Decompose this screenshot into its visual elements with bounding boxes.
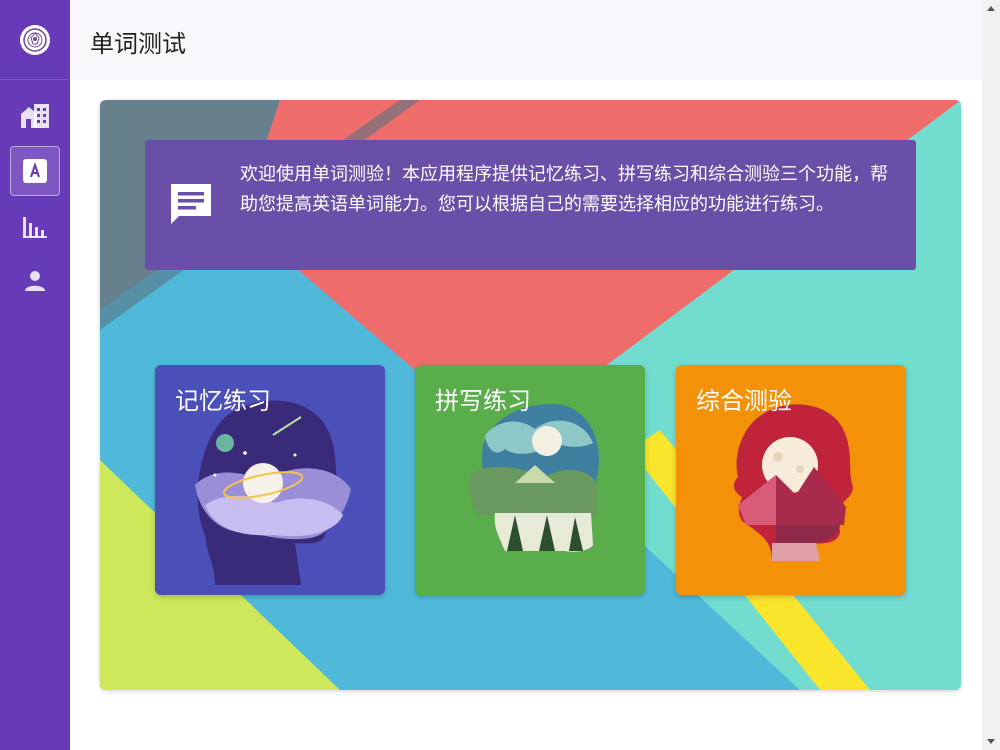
sidebar-item-word-test[interactable] xyxy=(10,146,60,196)
memory-practice-tile[interactable]: 记忆练习 xyxy=(155,365,385,595)
scroll-up-icon[interactable] xyxy=(987,6,995,11)
message-icon xyxy=(171,184,211,224)
letter-a-icon xyxy=(23,159,47,183)
tile-title-test: 综合测验 xyxy=(696,387,792,415)
scroll-down-icon[interactable] xyxy=(987,739,995,744)
logo-area xyxy=(0,0,70,80)
logo-icon[interactable] xyxy=(20,24,50,55)
welcome-notice: 欢迎使用单词测验！本应用程序提供记忆练习、拼写练习和综合测验三个功能，帮助您提高… xyxy=(145,140,916,270)
building-icon xyxy=(21,104,49,128)
tile-title-memory: 记忆练习 xyxy=(175,387,271,415)
comprehensive-test-tile[interactable]: 综合测验 xyxy=(676,365,906,595)
page-title: 单词测试 xyxy=(90,30,186,58)
bar-chart-icon xyxy=(23,217,47,238)
sidebar-item-statistics[interactable] xyxy=(10,202,60,252)
tile-title-spelling: 拼写练习 xyxy=(435,387,531,415)
main-card: 欢迎使用单词测验！本应用程序提供记忆练习、拼写练习和综合测验三个功能，帮助您提高… xyxy=(100,100,961,690)
spelling-practice-tile[interactable]: 拼写练习 xyxy=(415,365,645,595)
notice-text: 欢迎使用单词测验！本应用程序提供记忆练习、拼写练习和综合测验三个功能，帮助您提高… xyxy=(240,164,888,215)
person-icon xyxy=(25,271,45,291)
sidebar-item-profile[interactable] xyxy=(10,256,60,306)
sidebar xyxy=(0,0,70,750)
header: 单词测试 xyxy=(70,0,982,80)
vertical-scrollbar[interactable] xyxy=(982,0,1000,750)
sidebar-item-home[interactable] xyxy=(10,90,60,140)
